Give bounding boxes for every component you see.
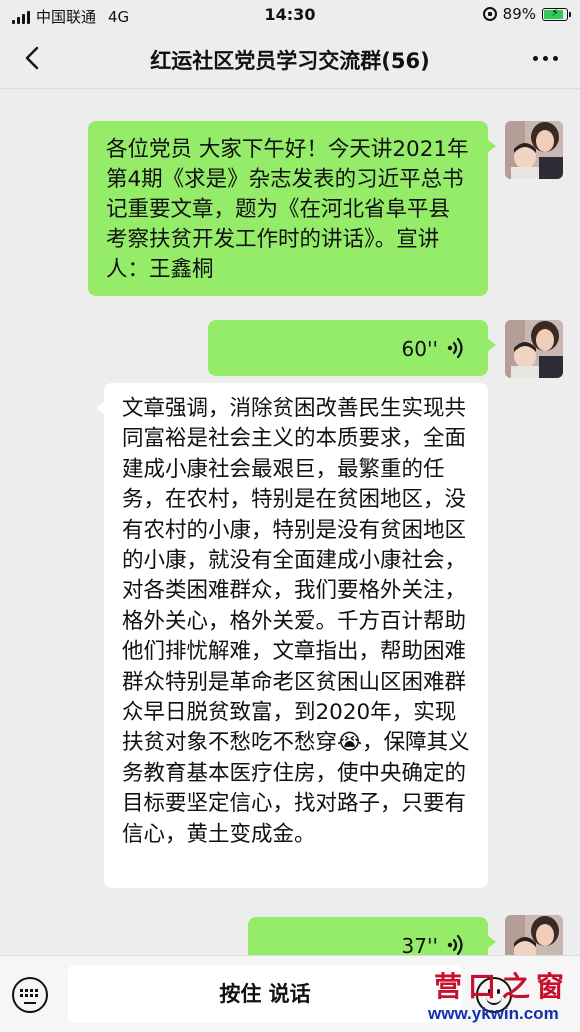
avatar[interactable] — [505, 915, 563, 955]
avatar-photo — [505, 915, 563, 955]
message-sent-voice: 37'' — [0, 915, 580, 955]
message-text: 文章强调，消除贫困改善民生实现共同富裕是社会主义的本质要求，全面建成小康社会最艰… — [122, 396, 467, 756]
voice-wave-icon — [447, 337, 463, 359]
voice-wave-icon — [447, 934, 463, 955]
message-bubble[interactable]: 文章强调，消除贫困改善民生实现共同富裕是社会主义的本质要求，全面建成小康社会最艰… — [96, 383, 488, 888]
watermark-url: www.ykwin.com — [428, 1004, 559, 1023]
keyboard-icon[interactable] — [12, 977, 48, 1013]
more-dots-icon[interactable] — [533, 56, 558, 61]
message-sent-voice: 60'' — [0, 317, 580, 383]
status-bar: 中国联通 4G 14:30 89% ⚡ — [0, 0, 580, 30]
avatar-photo — [505, 121, 563, 179]
charging-bolt-icon: ⚡ — [551, 5, 559, 19]
avatar[interactable] — [505, 121, 563, 179]
svg-text:营口之窗: 营口之窗 — [434, 970, 570, 1003]
site-watermark: 营口之窗 www.ykwin.com — [426, 968, 576, 1028]
chevron-left-icon[interactable] — [18, 43, 48, 73]
message-list[interactable]: 各位党员 大家下午好！今天讲2021年第4期《求是》杂志发表的习近平总书记重要文… — [0, 89, 580, 955]
voice-bubble[interactable]: 37'' — [248, 917, 496, 955]
chat-header: 红运社区党员学习交流群(56) — [0, 30, 580, 89]
avatar-photo — [505, 320, 563, 378]
crying-face-emoji: 😭 — [337, 730, 363, 756]
orientation-lock-icon — [482, 7, 497, 21]
voice-bubble[interactable]: 60'' — [208, 320, 496, 376]
message-bubble[interactable]: 各位党员 大家下午好！今天讲2021年第4期《求是》杂志发表的习近平总书记重要文… — [88, 121, 496, 296]
voice-duration: 37'' — [401, 934, 438, 955]
avatar[interactable] — [505, 320, 563, 378]
hold-to-talk-button[interactable]: 按住 说话 — [68, 965, 462, 1023]
message-received-text: 文章强调，消除贫困改善民生实现共同富裕是社会主义的本质要求，全面建成小康社会最艰… — [0, 380, 580, 900]
message-sent-text: 各位党员 大家下午好！今天讲2021年第4期《求是》杂志发表的习近平总书记重要文… — [0, 89, 580, 299]
battery-percent: 89% — [502, 5, 536, 23]
message-text: 各位党员 大家下午好！今天讲2021年第4期《求是》杂志发表的习近平总书记重要文… — [106, 137, 469, 282]
battery-icon: ⚡ — [542, 5, 571, 21]
chat-title: 红运社区党员学习交流群(56) — [150, 49, 430, 73]
voice-duration: 60'' — [401, 337, 438, 361]
status-right: 89% ⚡ — [482, 5, 571, 23]
watermark-logo: 营口之窗 — [434, 970, 570, 1003]
